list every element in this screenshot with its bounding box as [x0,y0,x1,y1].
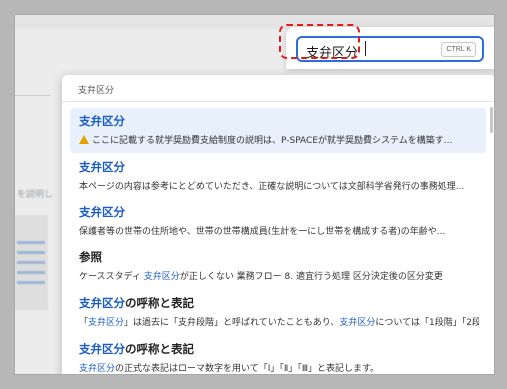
snippet-part: については「1段階」「2段... [375,318,479,328]
snippet-match: 支弁区分 [339,318,376,328]
search-panel: 支弁区分 CTRL K [286,27,494,69]
search-result-item[interactable]: 支弁区分 ここに記載する就学奨励費支給制度の説明は、P-SPACEが就学奨励費シ… [70,108,486,153]
result-title: 参照 [79,250,102,264]
background-link [17,241,45,244]
background-link [17,281,45,284]
text-caret [365,41,366,56]
results-header-query: 支弁区分 [78,86,115,96]
title-part: の呼称と表記 [125,342,194,356]
search-result-item[interactable]: 支弁区分 本ページの内容は参考にとどめていただき、正確な説明については文部科学省… [70,154,486,199]
result-title: 支弁区分 [79,160,125,174]
search-input[interactable]: 支弁区分 CTRL K [296,36,484,62]
result-title: 支弁区分 [79,205,125,219]
snippet-match: 支弁区分 [143,272,180,282]
search-result-item[interactable]: 支弁区分 保護者等の世帯の住所地や、世帯の世帯構成員(生計を一にし世帯を構成する… [70,199,486,244]
search-result-item[interactable]: 参照 ケーススタディ 支弁区分が正しくない 業務フロー 8. 適宜行う処理 区分… [70,244,486,289]
title-part: の呼称と表記 [125,296,194,310]
result-snippet: ケーススタディ 支弁区分が正しくない 業務フロー 8. 適宜行う処理 区分決定後… [79,269,479,282]
background-link [17,261,45,264]
background-divider [15,95,50,96]
snippet-part: 」は過去に「支弁段階」と呼ばれていたこともあり、 [124,318,340,328]
keyboard-shortcut-badge: CTRL K [441,42,476,57]
result-snippet: 保護者等の世帯の住所地や、世帯の世帯構成員(生計を一にし世帯を構成する者)の年齢… [79,227,446,237]
results-header: 支弁区分 [62,75,494,102]
search-results-dropdown: 支弁区分 支弁区分 ここに記載する就学奨励費支給制度の説明は、P-SPACEが就… [62,75,494,374]
result-snippet: 支弁区分の正式な表記はローマ数字を用いて「Ⅰ」「Ⅱ」「Ⅲ」と表記します。 [79,361,479,374]
background-link [17,271,45,274]
search-input-value[interactable]: 支弁区分 [306,42,358,61]
snippet-match: 支弁区分 [79,364,116,374]
warning-icon [79,135,89,144]
app-window: を説明し D 支弁区分 CTRL K 支弁区分 支弁区分 ここに記載する就学奨励… [14,14,495,375]
result-snippet-text: ここに記載する就学奨励費支給制度の説明は、P-SPACEが就学奨励費システムを構… [92,136,453,146]
result-title: 支弁区分 [79,114,125,128]
background-link [17,251,45,254]
snippet-match: 支弁区分 [88,318,125,328]
title-match: 支弁区分 [79,342,125,356]
search-result-item[interactable]: 支弁区分の呼称と表記 支弁区分の正式な表記はローマ数字を用いて「Ⅰ」「Ⅱ」「Ⅲ」… [70,336,486,374]
result-snippet: 本ページの内容は参考にとどめていただき、正確な説明については文部科学省発行の事務… [79,182,465,192]
scrollbar[interactable] [490,107,493,133]
result-title: 支弁区分の呼称と表記 [79,341,194,357]
snippet-part: ケーススタディ [79,272,144,282]
snippet-part: 「 [79,318,89,328]
background-text-left: を説明し [17,190,54,200]
result-title: 支弁区分の呼称と表記 [79,295,194,311]
result-snippet: ここに記載する就学奨励費支給制度の説明は、P-SPACEが就学奨励費システムを構… [79,133,479,146]
title-match: 支弁区分 [79,296,125,310]
result-snippet: 「支弁区分」は過去に「支弁段階」と呼ばれていたこともあり、支弁区分については「1… [79,315,479,328]
search-result-item[interactable]: 支弁区分の呼称と表記 「支弁区分」は過去に「支弁段階」と呼ばれていたこともあり、… [70,290,486,335]
snippet-part: の正式な表記はローマ数字を用いて「Ⅰ」「Ⅱ」「Ⅲ」と表記します。 [115,364,380,374]
snippet-part: が正しくない 業務フロー 8. 適宜行う処理 区分決定後の区分変更 [179,272,443,282]
